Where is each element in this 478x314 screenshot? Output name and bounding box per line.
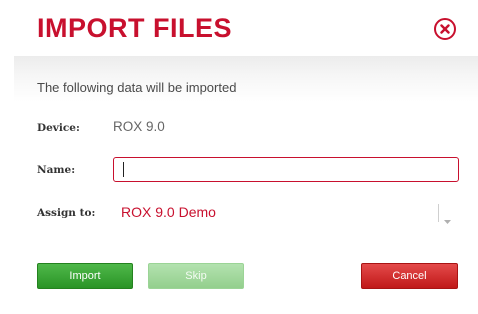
- assign-select[interactable]: ROX 9.0 Demo: [113, 200, 459, 226]
- assign-selected-value: ROX 9.0 Demo: [121, 204, 216, 220]
- name-label: Name:: [37, 164, 76, 176]
- intro-text: The following data will be imported: [37, 80, 237, 95]
- device-value: ROX 9.0: [113, 119, 165, 134]
- chevron-down-icon[interactable]: [444, 210, 451, 229]
- dialog-title: IMPORT FILES: [37, 13, 232, 43]
- name-input[interactable]: [113, 157, 459, 182]
- import-files-dialog: IMPORT FILES The following data will be …: [0, 0, 478, 314]
- cancel-button[interactable]: Cancel: [361, 263, 458, 289]
- skip-button[interactable]: Skip: [148, 263, 244, 289]
- assign-label: Assign to:: [37, 207, 96, 219]
- device-label: Device:: [37, 122, 80, 134]
- close-icon: [440, 24, 450, 34]
- text-caret: [123, 162, 124, 177]
- import-button[interactable]: Import: [37, 263, 133, 289]
- select-divider: [438, 204, 439, 222]
- dialog-header: IMPORT FILES: [0, 0, 478, 56]
- close-button[interactable]: [434, 18, 456, 40]
